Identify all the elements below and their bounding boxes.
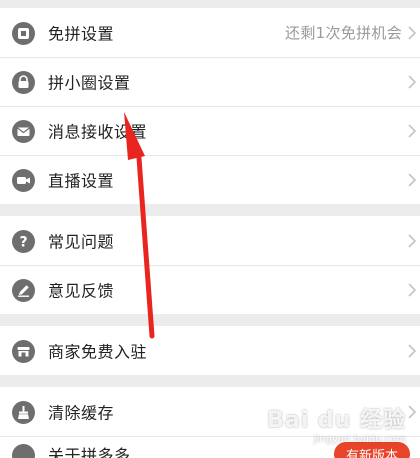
svg-text:?: ? xyxy=(19,234,27,250)
watermark-url-text: jingyan.baidu.com xyxy=(313,434,406,445)
chevron-right-icon xyxy=(408,343,417,358)
about-label: 关于拼多多 xyxy=(48,446,131,458)
settings-row-message[interactable]: 消息接收设置 xyxy=(0,106,420,155)
settings-list: 免拼设置 还剩1次免拼机会 拼小圈设置 消息接收设置 直播设置 ? 常见问题 意… xyxy=(0,8,420,458)
chevron-right-icon xyxy=(408,404,417,419)
settings-group-2: ? 常见问题 意见反馈 xyxy=(0,216,420,314)
question-icon: ? xyxy=(12,229,35,253)
envelope-icon xyxy=(12,119,35,143)
watermark-main-text: Bai du 经验 xyxy=(267,408,406,433)
feedback-label: 意见反馈 xyxy=(48,281,115,301)
broom-icon xyxy=(12,400,35,424)
chevron-right-icon xyxy=(408,25,417,40)
baidu-jingyan-watermark: Bai du 经验 jingyan.baidu.com xyxy=(267,402,406,445)
free-pin-label: 免拼设置 xyxy=(48,24,115,44)
message-settings-label: 消息接收设置 xyxy=(48,122,148,142)
group-separator xyxy=(0,314,420,326)
settings-row-free-pin[interactable]: 免拼设置 还剩1次免拼机会 xyxy=(0,8,420,57)
merchant-join-label: 商家免费入驻 xyxy=(48,342,148,362)
chevron-right-icon xyxy=(408,172,417,187)
store-icon xyxy=(12,339,35,363)
info-icon xyxy=(12,444,35,458)
settings-group-3: 商家免费入驻 xyxy=(0,326,420,375)
chevron-right-icon xyxy=(408,282,417,297)
lock-icon xyxy=(12,70,35,94)
settings-row-live[interactable]: 直播设置 xyxy=(0,155,420,204)
settings-group-1: 免拼设置 还剩1次免拼机会 拼小圈设置 消息接收设置 直播设置 xyxy=(0,8,420,204)
chevron-right-icon xyxy=(408,123,417,138)
free-pin-remaining-text: 还剩1次免拼机会 xyxy=(285,23,402,42)
live-settings-label: 直播设置 xyxy=(48,171,115,191)
group-separator xyxy=(0,375,420,387)
video-camera-icon xyxy=(12,168,35,192)
settings-row-feedback[interactable]: 意见反馈 xyxy=(0,265,420,314)
clear-cache-label: 清除缓存 xyxy=(48,403,115,423)
group-separator xyxy=(0,204,420,216)
faq-label: 常见问题 xyxy=(48,232,115,252)
settings-row-merchant[interactable]: 商家免费入驻 xyxy=(0,326,420,375)
free-pin-icon xyxy=(12,21,35,45)
chevron-right-icon xyxy=(408,233,417,248)
pin-circle-label: 拼小圈设置 xyxy=(48,73,131,93)
settings-row-faq[interactable]: ? 常见问题 xyxy=(0,216,420,265)
chevron-right-icon xyxy=(408,74,417,89)
pencil-icon xyxy=(12,278,35,302)
settings-row-pin-circle[interactable]: 拼小圈设置 xyxy=(0,57,420,106)
